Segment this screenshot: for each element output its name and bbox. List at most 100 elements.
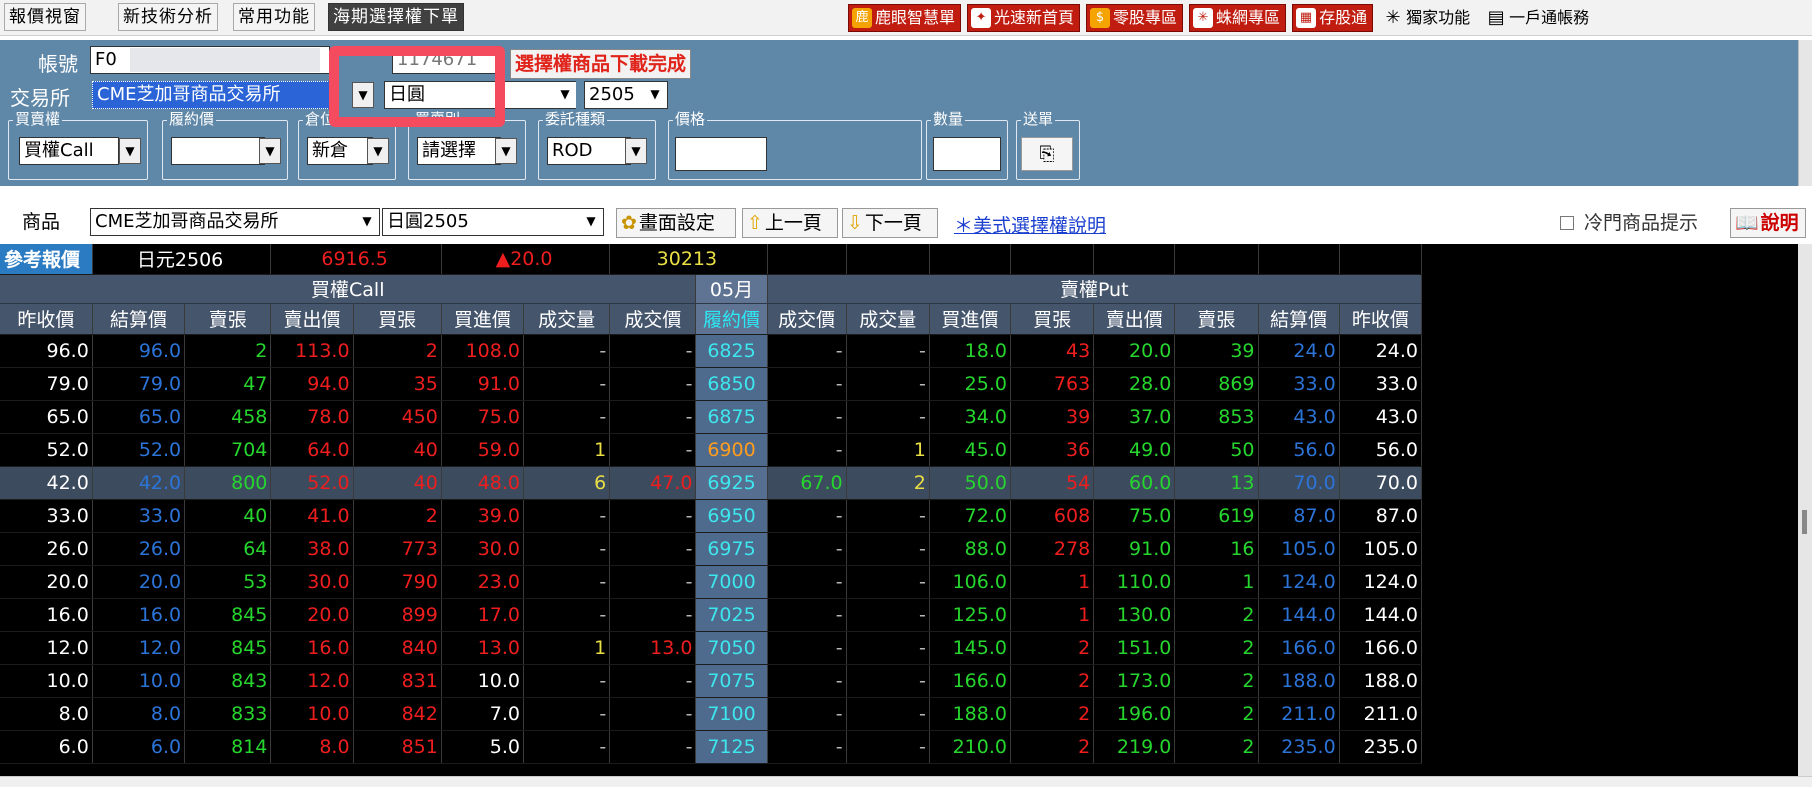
quote-cell[interactable]: 50.0: [929, 466, 1011, 500]
quote-cell[interactable]: 106.0: [929, 565, 1011, 599]
strike-cell[interactable]: 7025: [695, 598, 768, 632]
quote-cell[interactable]: 18.0: [929, 334, 1011, 368]
strike-select[interactable]: [171, 137, 265, 165]
quote-cell[interactable]: -: [523, 730, 611, 764]
chevron-down-icon[interactable]: ▼: [644, 82, 666, 108]
quote-cell[interactable]: 110.0: [1093, 565, 1176, 599]
quote-cell[interactable]: 773: [353, 532, 442, 566]
table-row[interactable]: 8.0 8.0 833 10.0 842 7.0- -7100- -188.0 2 196.0 2 2…: [0, 697, 1423, 731]
quote-cell[interactable]: 59.0: [441, 433, 525, 467]
quote-cell[interactable]: -: [767, 730, 847, 764]
table-row[interactable]: 96.0 96.0 2 113.0 2 108.0- -6825- -18.0 43 20.0 39…: [0, 334, 1423, 368]
quote-cell[interactable]: -: [846, 334, 930, 368]
quote-cell[interactable]: 166.0: [1258, 631, 1340, 665]
quote-cell[interactable]: 2: [846, 466, 930, 500]
quote-cell[interactable]: 25.0: [929, 367, 1011, 401]
quote-cell[interactable]: 30.0: [441, 532, 525, 566]
quote-cell[interactable]: -: [523, 664, 611, 698]
quote-cell[interactable]: 105.0: [1258, 532, 1340, 566]
quote-cell[interactable]: 2: [1010, 664, 1095, 698]
quote-cell[interactable]: 24.0: [1339, 334, 1423, 368]
quote-cell[interactable]: 211.0: [1258, 697, 1340, 731]
american-options-help-link[interactable]: ＊美式選擇權說明: [954, 211, 1106, 238]
quote-cell[interactable]: -: [609, 598, 697, 632]
quote-cell[interactable]: 20.0: [92, 565, 186, 599]
column-header[interactable]: 賣出價: [1093, 303, 1176, 335]
quote-cell[interactable]: 24.0: [1258, 334, 1340, 368]
quote-cell[interactable]: -: [767, 631, 847, 665]
quote-cell[interactable]: -: [846, 532, 930, 566]
quote-cell[interactable]: 33.0: [1339, 367, 1423, 401]
quote-cell[interactable]: 1: [523, 631, 611, 665]
quote-cell[interactable]: 8.0: [270, 730, 354, 764]
quote-cell[interactable]: 52.0: [0, 433, 93, 467]
quote-cell[interactable]: 43.0: [1339, 400, 1423, 434]
quote-cell[interactable]: 166.0: [929, 664, 1011, 698]
quote-cell[interactable]: -: [846, 664, 930, 698]
quote-cell[interactable]: -: [609, 532, 697, 566]
quote-cell[interactable]: 105.0: [1339, 532, 1423, 566]
scrollbar-thumb[interactable]: [1802, 510, 1807, 534]
quote-cell[interactable]: 173.0: [1093, 664, 1176, 698]
quote-cell[interactable]: 42.0: [0, 466, 93, 500]
quote-cell[interactable]: 219.0: [1093, 730, 1176, 764]
column-header[interactable]: 賣出價: [270, 303, 354, 335]
quote-cell[interactable]: 28.0: [1093, 367, 1176, 401]
quote-cell[interactable]: 16.0: [0, 598, 93, 632]
quote-cell[interactable]: 39: [1010, 400, 1095, 434]
quote-cell[interactable]: 70.0: [1258, 466, 1340, 500]
quote-cell[interactable]: 64.0: [270, 433, 354, 467]
quote-cell[interactable]: 1: [1174, 565, 1259, 599]
quote-cell[interactable]: 20.0: [270, 598, 354, 632]
quote-cell[interactable]: 458: [184, 400, 272, 434]
quote-cell[interactable]: 40: [353, 433, 442, 467]
quick-link-stock-saving[interactable]: ▦ 存股通: [1292, 4, 1374, 32]
quote-cell[interactable]: 845: [184, 598, 272, 632]
quote-cell[interactable]: -: [609, 400, 697, 434]
chevron-down-icon[interactable]: ▼: [367, 138, 389, 164]
quote-cell[interactable]: 1: [846, 433, 930, 467]
quote-cell[interactable]: 38.0: [270, 532, 354, 566]
strike-cell[interactable]: 7000: [695, 565, 768, 599]
quote-cell[interactable]: 20.0: [1093, 334, 1176, 368]
column-header[interactable]: 成交量: [846, 303, 930, 335]
order-panel-scrollbar[interactable]: [1798, 40, 1812, 186]
tab-overseas-options-order[interactable]: 海期選擇權下單: [328, 3, 464, 31]
quote-cell[interactable]: 64: [184, 532, 272, 566]
column-header[interactable]: 成交量: [523, 303, 611, 335]
quote-cell[interactable]: 13.0: [441, 631, 525, 665]
quote-cell[interactable]: 211.0: [1339, 697, 1423, 731]
quote-cell[interactable]: 10.0: [0, 664, 93, 698]
chevron-down-icon[interactable]: ▼: [356, 209, 378, 235]
quote-cell[interactable]: 196.0: [1093, 697, 1176, 731]
quote-cell[interactable]: 2: [1174, 664, 1259, 698]
tif-select[interactable]: ROD: [547, 137, 631, 165]
quote-cell[interactable]: 91.0: [1093, 532, 1176, 566]
quick-link-new-home[interactable]: ✦ 光速新首頁: [967, 4, 1081, 32]
quote-cell[interactable]: 70.0: [1339, 466, 1423, 500]
quote-cell[interactable]: 124.0: [1258, 565, 1340, 599]
quote-cell[interactable]: 619: [1174, 499, 1259, 533]
table-row[interactable]: 79.0 79.0 47 94.0 35 91.0- -6850- -25.0 763 28.0 8…: [0, 367, 1423, 401]
quote-cell[interactable]: -: [846, 565, 930, 599]
quote-cell[interactable]: 144.0: [1339, 598, 1423, 632]
quote-cell[interactable]: 840: [353, 631, 442, 665]
quote-cell[interactable]: 235.0: [1339, 730, 1423, 764]
quote-cell[interactable]: 41.0: [270, 499, 354, 533]
chevron-down-icon[interactable]: ▼: [625, 138, 647, 164]
table-row[interactable]: 12.0 12.0 845 16.0 840 13.0 1 13.0 7050- -145.0 2 1…: [0, 631, 1423, 665]
quote-cell[interactable]: 30.0: [270, 565, 354, 599]
tab-quote-window[interactable]: 報價視窗: [4, 3, 86, 31]
quote-cell[interactable]: -: [609, 664, 697, 698]
quote-cell[interactable]: 151.0: [1093, 631, 1176, 665]
column-header[interactable]: 成交價: [609, 303, 697, 335]
strike-cell[interactable]: 7100: [695, 697, 768, 731]
quote-cell[interactable]: 87.0: [1258, 499, 1340, 533]
quick-link-account[interactable]: ▤ 一戶通帳務: [1482, 4, 1595, 32]
strike-cell[interactable]: 7050: [695, 631, 768, 665]
quick-link-spider-web[interactable]: ✳ 蛛網專區: [1189, 4, 1287, 32]
quote-cell[interactable]: 188.0: [929, 697, 1011, 731]
column-header[interactable]: 成交價: [767, 303, 847, 335]
chevron-down-icon[interactable]: ▼: [495, 138, 517, 164]
quote-cell[interactable]: 36: [1010, 433, 1095, 467]
